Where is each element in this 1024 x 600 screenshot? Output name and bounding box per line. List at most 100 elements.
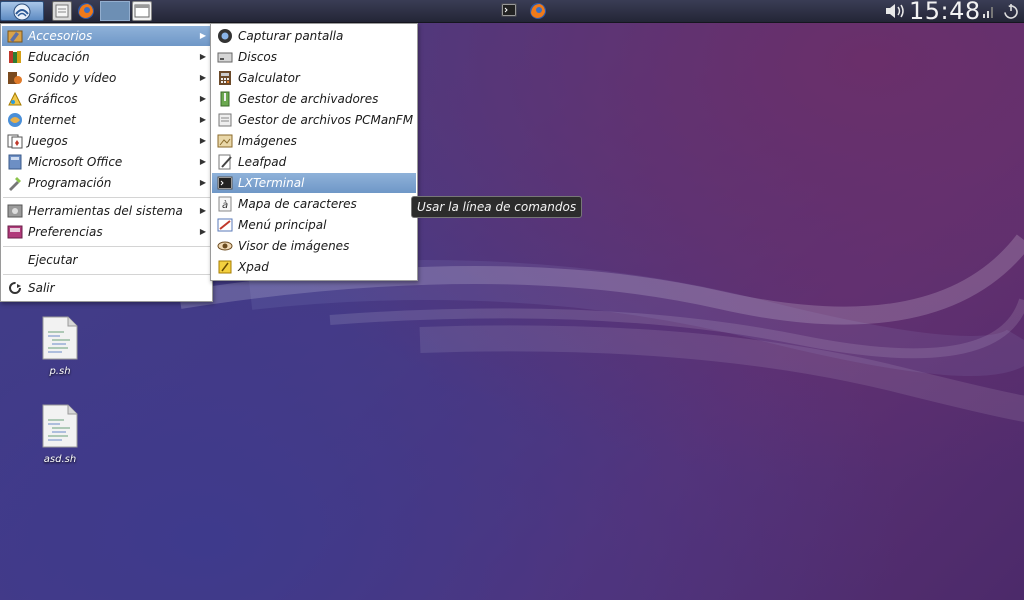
menu-item-educacion[interactable]: Educación ▶ (2, 47, 211, 67)
file-manager-launcher[interactable] (52, 1, 72, 21)
archive-manager-icon (217, 91, 233, 107)
menu-item-label: Menú principal (238, 218, 327, 232)
menu-item-label: Juegos (28, 134, 68, 148)
clock[interactable]: 15:48 (909, 0, 981, 25)
menu-separator (3, 274, 210, 275)
menu-item-label: Galculator (238, 71, 300, 85)
menu-item-juegos[interactable]: Juegos ▶ (2, 131, 211, 151)
office-icon (7, 154, 23, 170)
submenu-item-galculator[interactable]: Galculator (212, 68, 416, 88)
shell-script-icon (42, 316, 78, 360)
menu-item-sonido-y-video[interactable]: Sonido y vídeo ▶ (2, 68, 211, 88)
notes-icon (217, 259, 233, 275)
menu-item-graficos[interactable]: Gráficos ▶ (2, 89, 211, 109)
menu-item-label: Mapa de caracteres (238, 197, 357, 211)
submenu-arrow-icon: ▶ (199, 157, 206, 166)
menu-item-label: Discos (238, 50, 278, 64)
firefox-icon (78, 3, 94, 19)
multimedia-icon (7, 70, 23, 86)
taskbar-firefox[interactable] (528, 1, 550, 21)
taskbar-terminal[interactable] (500, 1, 520, 21)
menu-item-ejecutar[interactable]: Ejecutar (2, 250, 211, 270)
submenu-item-menu-principal[interactable]: Menú principal (212, 215, 416, 235)
menu-item-label: Ejecutar (28, 253, 78, 267)
submenu-item-gestor-de-archivos-pcmanfm[interactable]: Gestor de archivos PCManFM (212, 110, 416, 130)
menu-item-salir[interactable]: Salir (2, 278, 211, 298)
menu-item-herramientas-del-sistema[interactable]: Herramientas del sistema ▶ (2, 201, 211, 221)
menu-item-label: Visor de imágenes (238, 239, 350, 253)
shell-script-icon (42, 404, 78, 448)
desktop-icon-p-sh[interactable]: p.sh (30, 316, 90, 377)
image-viewer-icon (217, 238, 233, 254)
desktop[interactable]: 15:48 p.sh asd.sh Accesorios ▶ Educación… (0, 0, 1024, 600)
menu-item-accesorios[interactable]: Accesorios ▶ (2, 26, 211, 46)
submenu-arrow-icon: ▶ (199, 227, 206, 236)
volume-button[interactable] (884, 2, 906, 22)
tooltip: Usar la línea de comandos (411, 196, 583, 218)
submenu-item-discos[interactable]: Discos (212, 47, 416, 67)
volume-icon (886, 4, 904, 18)
submenu-item-lxterminal[interactable]: LXTerminal (212, 173, 416, 193)
submenu-item-xpad[interactable]: Xpad (212, 257, 416, 277)
menu-item-label: Programación (28, 176, 112, 190)
programming-icon (7, 175, 23, 191)
submenu-item-mapa-de-caracteres[interactable]: à Mapa de caracteres (212, 194, 416, 214)
firefox-launcher[interactable] (76, 1, 98, 21)
menu-item-label: Capturar pantalla (238, 29, 344, 43)
screenshot-icon (217, 28, 233, 44)
menu-item-microsoft-office[interactable]: Microsoft Office ▶ (2, 152, 211, 172)
power-button[interactable] (1002, 2, 1020, 22)
file-manager-icon (55, 4, 69, 18)
lubuntu-logo-icon (13, 3, 31, 21)
submenu-arrow-icon: ▶ (199, 178, 206, 187)
menu-item-label: Preferencias (28, 225, 103, 239)
svg-text:à: à (222, 199, 228, 211)
start-menu-button[interactable] (0, 1, 44, 21)
menu-item-internet[interactable]: Internet ▶ (2, 110, 211, 130)
education-icon (7, 49, 23, 65)
terminal-icon (217, 175, 233, 191)
file-manager-icon (217, 112, 233, 128)
menu-separator (3, 197, 210, 198)
logout-icon (7, 280, 23, 296)
desktop-pager-1[interactable] (100, 1, 130, 21)
submenu-item-capturar-pantalla[interactable]: Capturar pantalla (212, 26, 416, 46)
menu-item-label: Salir (28, 281, 55, 295)
submenu-arrow-icon: ▶ (199, 52, 206, 61)
submenu-item-imagenes[interactable]: Imágenes (212, 131, 416, 151)
games-icon (7, 133, 23, 149)
images-icon (217, 133, 233, 149)
desktop-pager-2[interactable] (132, 1, 152, 21)
graphics-icon (7, 91, 23, 107)
text-editor-icon (217, 154, 233, 170)
system-tools-icon (7, 203, 23, 219)
desktop-icon-label: asd.sh (43, 454, 77, 465)
menu-item-label: Gestor de archivos PCManFM (238, 113, 414, 127)
top-panel: 15:48 (0, 0, 1024, 25)
menu-item-label: Leafpad (238, 155, 287, 169)
power-icon (1004, 4, 1018, 19)
firefox-icon (530, 3, 546, 19)
submenu-item-visor-de-imagenes[interactable]: Visor de imágenes (212, 236, 416, 256)
accesorios-submenu: Capturar pantalla Discos Galculator Gest… (210, 23, 418, 281)
menu-item-label: Gestor de archivadores (238, 92, 379, 106)
character-map-icon: à (217, 196, 233, 212)
submenu-arrow-icon: ▶ (199, 206, 206, 215)
menu-item-label: Herramientas del sistema (28, 204, 183, 218)
submenu-arrow-icon: ▶ (199, 136, 206, 145)
menu-item-label: Gráficos (28, 92, 78, 106)
menu-item-label: Internet (28, 113, 76, 127)
terminal-icon (501, 3, 517, 17)
menu-item-label: Sonido y vídeo (28, 71, 117, 85)
network-button[interactable] (982, 4, 994, 24)
signal-icon (983, 7, 993, 18)
submenu-item-gestor-de-archivadores[interactable]: Gestor de archivadores (212, 89, 416, 109)
menu-item-label: Accesorios (28, 29, 93, 43)
main-menu: Accesorios ▶ Educación ▶ Sonido y vídeo … (0, 23, 213, 302)
menu-item-preferencias[interactable]: Preferencias ▶ (2, 222, 211, 242)
menu-item-programacion[interactable]: Programación ▶ (2, 173, 211, 193)
desktop-icon-label: p.sh (49, 366, 71, 377)
desktop-icon-asd-sh[interactable]: asd.sh (30, 404, 90, 465)
submenu-item-leafpad[interactable]: Leafpad (212, 152, 416, 172)
submenu-arrow-icon: ▶ (199, 31, 206, 40)
